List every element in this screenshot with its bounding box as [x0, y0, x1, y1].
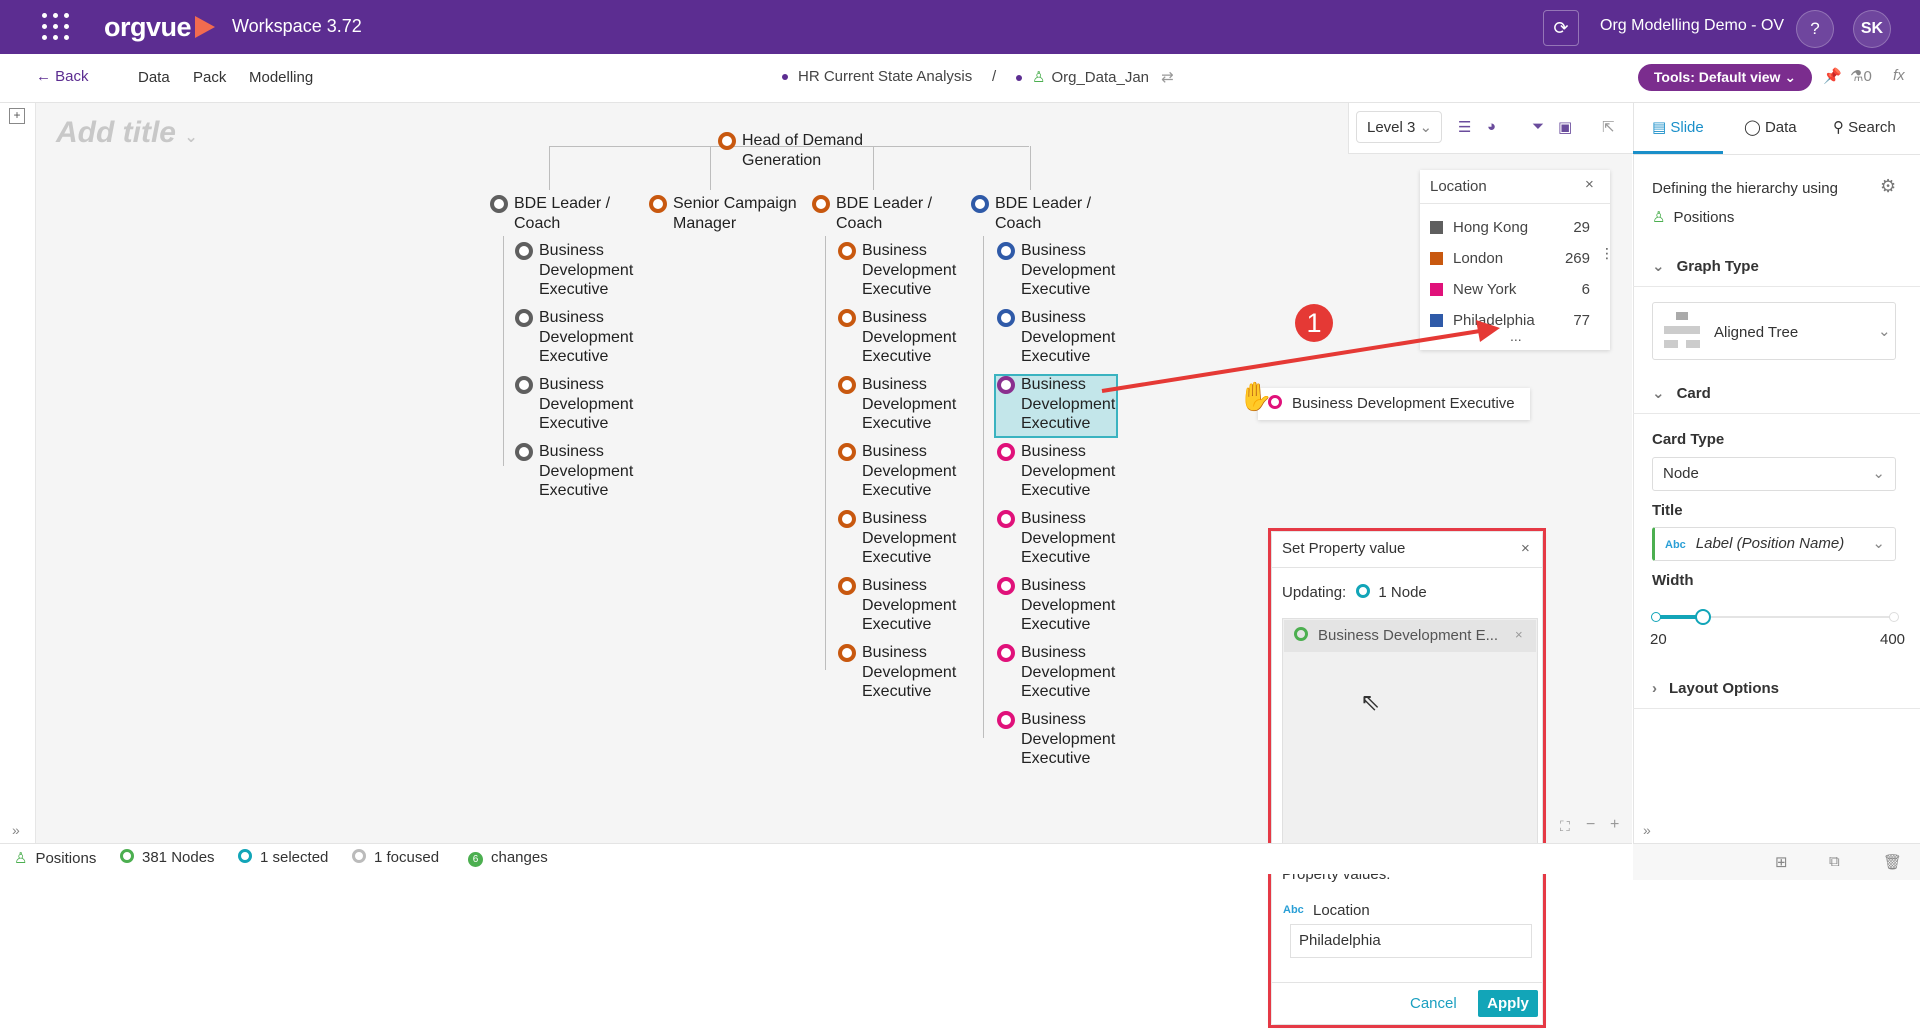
aligned-tree-icon	[1664, 312, 1700, 350]
annotation-arrow	[1101, 320, 1500, 393]
section-divider	[1633, 708, 1920, 709]
status-focused[interactable]: 1 focused	[352, 849, 439, 866]
width-label: Width	[1652, 572, 1694, 589]
card-type-label: Card Type	[1652, 431, 1725, 448]
search-icon: ⚲	[1833, 119, 1844, 136]
changes-count-badge: 6	[468, 852, 483, 867]
section-divider	[1633, 413, 1920, 414]
chevron-right-icon: ›	[1652, 680, 1657, 697]
collapse-panel-icon[interactable]: »	[1643, 822, 1651, 838]
section-divider	[1633, 286, 1920, 287]
title-label: Title	[1652, 502, 1683, 519]
hierarchy-icon: ♙	[14, 850, 28, 867]
tab-search[interactable]: ⚲ Search	[1833, 118, 1896, 136]
width-min: 20	[1650, 631, 1667, 648]
data-icon: ◯	[1744, 119, 1761, 136]
status-positions[interactable]: ♙ Positions	[14, 849, 96, 867]
graph-type-value: Aligned Tree	[1714, 324, 1799, 341]
grab-hand-icon: ✋	[1238, 381, 1273, 412]
annotation-highlight-box	[1268, 528, 1546, 1028]
layout-options-section[interactable]: › Layout Options	[1652, 680, 1779, 697]
chevron-down-icon: ⌄	[1652, 385, 1665, 402]
width-slider-thumb[interactable]	[1694, 609, 1711, 625]
graph-type-section[interactable]: ⌄ Graph Type	[1652, 257, 1759, 275]
gear-icon[interactable]: ⚙	[1880, 176, 1896, 197]
chevron-down-icon: ⌄	[1878, 323, 1891, 340]
slide-icon: ▤	[1652, 119, 1667, 136]
duplicate-icon[interactable]: ⧉	[1829, 853, 1840, 870]
add-card-icon[interactable]: ⊞	[1775, 853, 1788, 871]
width-slider-max-dot	[1889, 612, 1899, 622]
hierarchy-value[interactable]: ♙ Positions	[1652, 208, 1734, 226]
drag-preview-label: Business Development Executive	[1258, 388, 1530, 420]
card-type-select[interactable]: Node ⌄	[1652, 457, 1896, 491]
tab-data[interactable]: ◯ Data	[1744, 118, 1797, 136]
width-max: 400	[1880, 631, 1906, 648]
title-select[interactable]: Abc Label (Position Name) ⌄	[1652, 527, 1896, 561]
status-selected[interactable]: 1 selected	[238, 849, 328, 866]
status-nodes[interactable]: 381 Nodes	[120, 849, 215, 866]
callout-1: 1	[1295, 304, 1333, 342]
hierarchy-icon: ♙	[1652, 209, 1666, 226]
tab-divider	[1633, 154, 1920, 155]
card-section[interactable]: ⌄ Card	[1652, 384, 1711, 402]
status-changes[interactable]: 6 changes	[468, 849, 548, 867]
tab-slide[interactable]: ▤ Slide	[1652, 118, 1704, 136]
chevron-down-icon: ⌄	[1652, 258, 1665, 275]
hierarchy-label: Defining the hierarchy using	[1652, 180, 1838, 197]
trash-icon[interactable]: 🗑	[1883, 853, 1902, 871]
width-slider-min-dot	[1651, 612, 1661, 622]
